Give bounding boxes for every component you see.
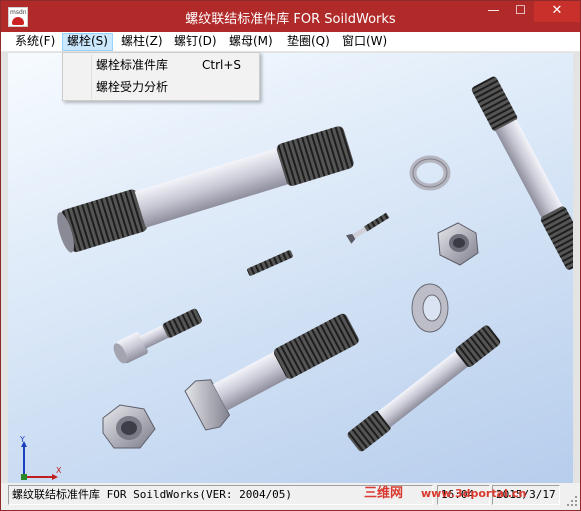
watermark-url: www.3dportal.cn [421,487,527,500]
cad-scene: Y X [19,75,573,480]
3d-viewport[interactable]: Y X [8,53,573,483]
menu-bolt[interactable]: 螺栓(S) [62,33,113,51]
flat-washer[interactable] [411,283,449,333]
stud-right-diagonal[interactable] [470,75,573,271]
socket-head-screw[interactable] [110,304,204,366]
stud-large[interactable] [53,125,355,255]
minimize-button[interactable]: — [480,1,507,22]
axis-triad: Y X [19,435,62,480]
menu-item-bolt-force-analysis[interactable]: 螺栓受力分析 [64,76,258,98]
status-bar: 螺纹联结标准件库 FOR SoildWorks(VER: 2004/05) 16… [1,483,580,510]
resize-grip-icon[interactable] [566,495,578,507]
hex-nut-left[interactable] [102,404,156,449]
menu-item-bolt-library[interactable]: 螺栓标准件库 Ctrl+S [64,54,258,76]
spring-washer[interactable] [409,155,451,191]
menu-item-label: 螺栓受力分析 [96,80,169,94]
hex-bolt[interactable] [183,304,365,433]
menu-stud[interactable]: 螺柱(Z) [117,33,167,51]
menu-window[interactable]: 窗口(W) [338,33,391,51]
close-button[interactable]: ✕ [534,1,580,22]
app-window: msdn 螺纹联结标准件库 FOR SoildWorks — ☐ ✕ 系统(F)… [0,0,581,511]
menu-system[interactable]: 系统(F) [11,33,59,51]
title-bar[interactable]: msdn 螺纹联结标准件库 FOR SoildWorks — ☐ ✕ [1,1,580,32]
menu-item-shortcut: Ctrl+S [202,58,242,72]
bolt-menu-dropdown: 螺栓标准件库 Ctrl+S 螺栓受力分析 [62,52,260,101]
axis-y-label: Y [19,435,25,444]
maximize-button[interactable]: ☐ [507,1,534,22]
menu-washer[interactable]: 垫圈(Q) [283,33,334,51]
axis-x-label: X [56,466,62,475]
hex-nut-right[interactable] [437,222,479,266]
menu-item-label: 螺栓标准件库 [96,58,169,72]
stud-bottom-right[interactable] [346,324,502,453]
menu-nut[interactable]: 螺母(M) [225,33,277,51]
menu-screw[interactable]: 螺钉(D) [170,33,221,51]
menu-bar: 系统(F) 螺栓(S) 螺柱(Z) 螺钉(D) 螺母(M) 垫圈(Q) 窗口(W… [1,32,580,52]
set-screw[interactable] [246,250,293,277]
countersunk-screw[interactable] [346,211,390,244]
